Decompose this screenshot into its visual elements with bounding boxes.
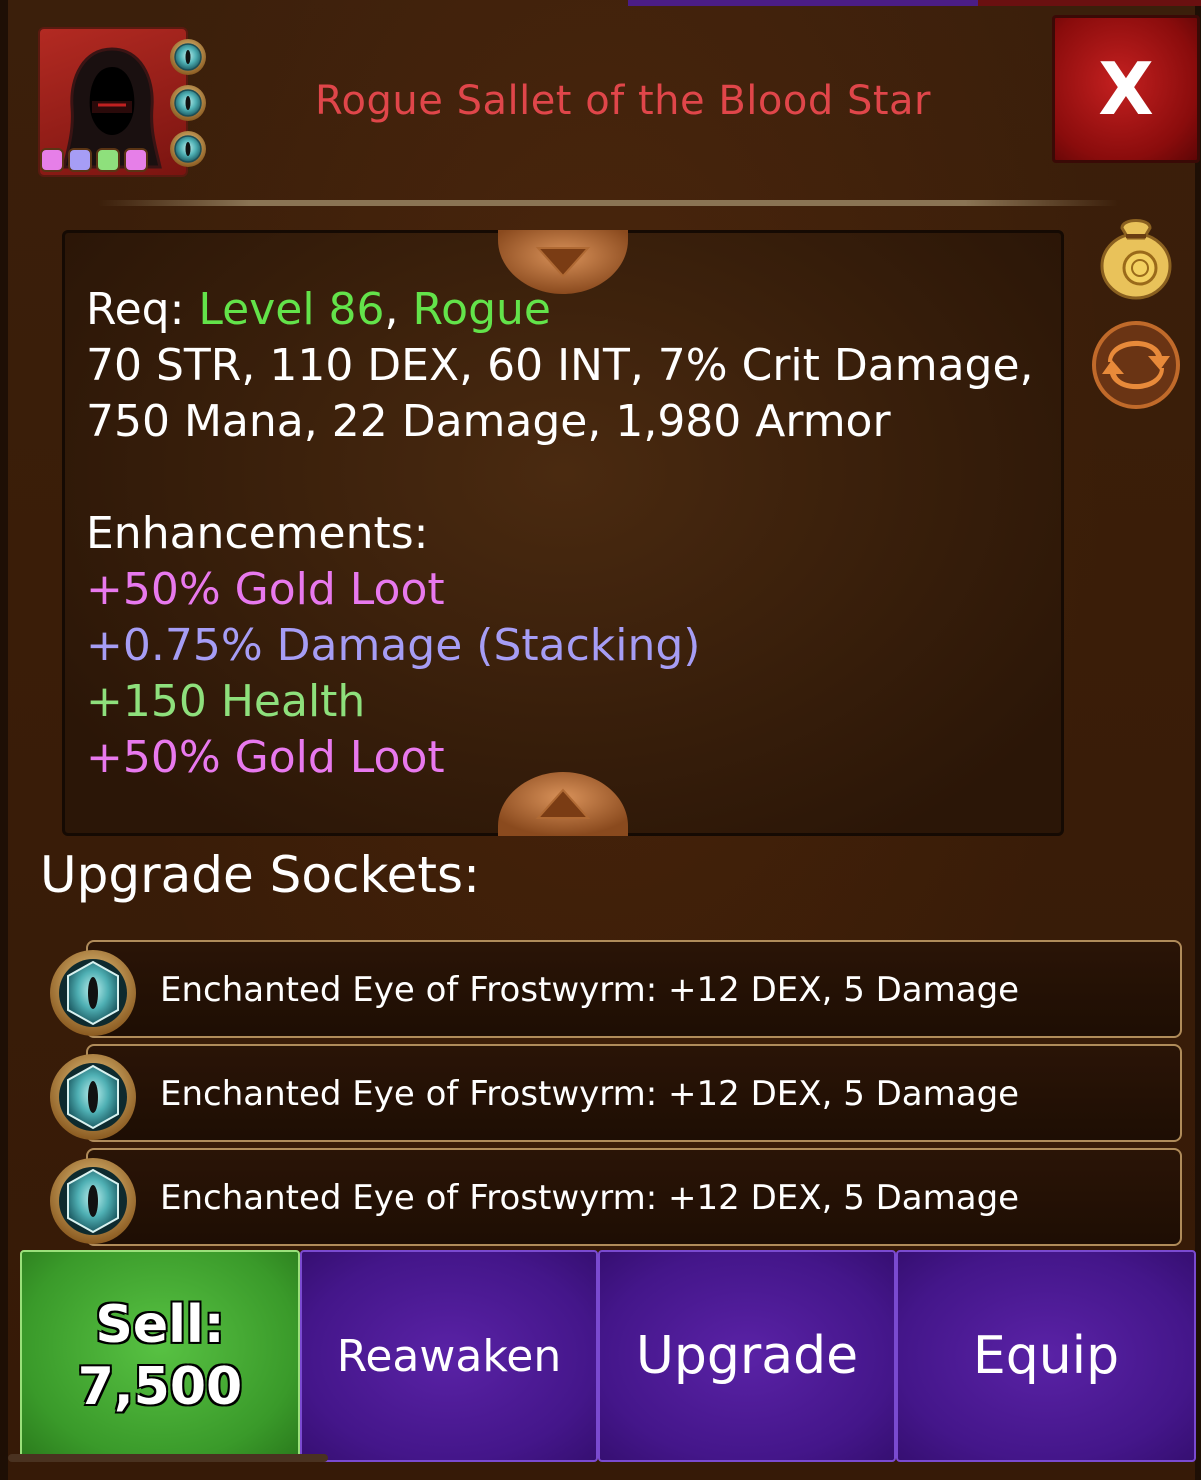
enhancements-heading: Enhancements: — [86, 508, 429, 559]
frostwyrm-eye-icon — [170, 39, 206, 75]
equip-button[interactable]: Equip — [896, 1250, 1196, 1462]
item-detail-window: Rogue Sallet of the Blood Star X Req: Le… — [0, 0, 1201, 1480]
enhancement-item: +50% Gold Loot — [86, 564, 445, 615]
stats-line-2: 750 Mana, 22 Damage, 1,980 Armor — [86, 396, 891, 447]
frostwyrm-eye-icon — [170, 85, 206, 121]
top-tab-strip-red — [978, 0, 1201, 6]
rarity-indicators — [40, 148, 148, 172]
socket-description: Enchanted Eye of Frostwyrm: +12 DEX, 5 D… — [160, 970, 1020, 1010]
gold-bag-icon[interactable] — [1098, 208, 1174, 300]
sell-value: 7,500 — [77, 1357, 243, 1417]
close-icon: X — [1098, 47, 1154, 131]
req-label: Req: — [86, 284, 185, 335]
stats-line-1: 70 STR, 110 DEX, 60 INT, 7% Crit Damage, — [86, 340, 1034, 391]
socket-row[interactable]: Enchanted Eye of Frostwyrm: +12 DEX, 5 D… — [50, 1148, 1182, 1246]
item-stats-text: Req: Level 86, Rogue 70 STR, 110 DEX, 60… — [86, 282, 1046, 786]
rarity-dot — [68, 148, 92, 172]
socket-description: Enchanted Eye of Frostwyrm: +12 DEX, 5 D… — [160, 1178, 1020, 1218]
rarity-dot — [96, 148, 120, 172]
bottom-scroll-indicator — [8, 1454, 328, 1462]
frostwyrm-eye-icon — [170, 131, 206, 167]
sell-label: Sell: — [95, 1295, 225, 1355]
swap-arrows-icon[interactable] — [1090, 320, 1182, 410]
frostwyrm-eye-icon — [50, 1158, 136, 1244]
socket-description: Enchanted Eye of Frostwyrm: +12 DEX, 5 D… — [160, 1074, 1020, 1114]
upgrade-sockets-heading: Upgrade Sockets: — [40, 846, 480, 904]
req-separator: , — [384, 284, 399, 335]
frostwyrm-eye-icon — [50, 1054, 136, 1140]
req-class: Rogue — [412, 284, 551, 335]
frostwyrm-eye-icon — [50, 950, 136, 1036]
portrait-socket-gems — [168, 37, 208, 169]
socket-row[interactable]: Enchanted Eye of Frostwyrm: +12 DEX, 5 D… — [50, 940, 1182, 1038]
enhancement-item: +150 Health — [86, 676, 366, 727]
upgrade-button[interactable]: Upgrade — [598, 1250, 896, 1462]
close-button[interactable]: X — [1052, 15, 1200, 163]
action-bar: Sell: 7,500 Reawaken Upgrade Equip — [20, 1250, 1196, 1462]
sell-button[interactable]: Sell: 7,500 — [20, 1250, 300, 1462]
requirements-line: Req: Level 86, Rogue — [86, 282, 1046, 338]
enhancement-item: +0.75% Damage (Stacking) — [86, 620, 701, 671]
socket-row[interactable]: Enchanted Eye of Frostwyrm: +12 DEX, 5 D… — [50, 1044, 1182, 1142]
item-title: Rogue Sallet of the Blood Star — [315, 78, 931, 124]
enhancement-item: +50% Gold Loot — [86, 732, 445, 783]
req-level: Level 86 — [198, 284, 385, 335]
rarity-dot — [124, 148, 148, 172]
top-tab-strip — [628, 0, 978, 6]
header-divider — [98, 200, 1118, 206]
reawaken-button[interactable]: Reawaken — [300, 1250, 598, 1462]
rarity-dot — [40, 148, 64, 172]
